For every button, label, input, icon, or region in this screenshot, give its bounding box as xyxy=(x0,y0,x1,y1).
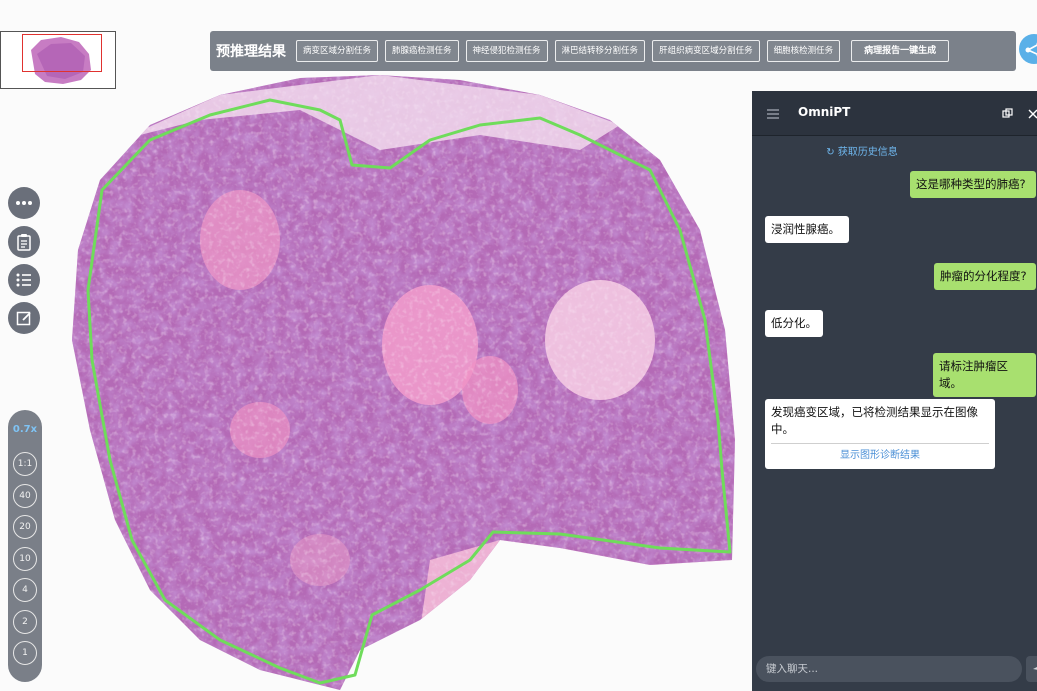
message-text: 发现癌变区域，已将检测结果显示在图像中。 xyxy=(771,405,978,436)
zoom-level-40[interactable]: 40 xyxy=(13,484,37,508)
report-generate-button[interactable]: 病理报告一键生成 xyxy=(851,40,950,62)
send-button[interactable] xyxy=(1026,656,1037,682)
thumbnail-viewport-rect[interactable] xyxy=(22,34,102,72)
more-button[interactable] xyxy=(8,187,40,219)
history-link-label: 获取历史信息 xyxy=(837,147,898,158)
edit-icon xyxy=(16,311,31,326)
toolbar-title: 预推理结果 xyxy=(216,44,286,60)
refresh-icon: ↻ xyxy=(826,147,835,158)
thumbnail-navigator[interactable] xyxy=(0,31,116,89)
message-text: 浸润性腺癌。 xyxy=(771,222,840,236)
zoom-level-20[interactable]: 20 xyxy=(13,515,37,539)
task-button-lung-adenocarcinoma-detection[interactable]: 肺腺癌检测任务 xyxy=(385,40,459,62)
message-bot: 浸润性腺癌。 xyxy=(765,216,849,243)
list-button[interactable] xyxy=(8,264,40,296)
message-text: 这是哪种类型的肺癌? xyxy=(916,177,1026,191)
send-icon xyxy=(1033,667,1037,670)
more-icon xyxy=(16,201,32,205)
menu-icon[interactable] xyxy=(766,108,780,120)
message-bot: 发现癌变区域，已将检测结果显示在图像中。 显示图形诊断结果 xyxy=(765,399,995,469)
share-button[interactable] xyxy=(1019,34,1037,64)
task-button-lymph-node-metastasis[interactable]: 淋巴结转移分割任务 xyxy=(554,40,646,62)
copy-icon[interactable] xyxy=(1002,108,1013,119)
show-diagnosis-link[interactable]: 显示图形诊断结果 xyxy=(771,443,989,464)
zoom-level-2[interactable]: 2 xyxy=(13,610,37,634)
message-user: 肿瘤的分化程度? xyxy=(934,263,1036,290)
report-button[interactable] xyxy=(8,226,40,258)
zoom-current-value: 0.7x xyxy=(12,424,38,435)
task-button-nucleus-detection[interactable]: 细胞核检测任务 xyxy=(766,40,841,62)
zoom-level-10[interactable]: 10 xyxy=(13,547,37,571)
share-icon xyxy=(1025,42,1037,57)
annotate-button[interactable] xyxy=(8,302,40,334)
history-link[interactable]: ↻ 获取历史信息 xyxy=(752,143,972,158)
zoom-level-1-1[interactable]: 1:1 xyxy=(13,452,37,476)
list-icon xyxy=(16,273,31,287)
zoom-level-4[interactable]: 4 xyxy=(13,578,37,602)
task-button-liver-lesion-segmentation[interactable]: 肝组织病变区域分割任务 xyxy=(652,40,760,62)
chat-title: OmniPT xyxy=(798,105,851,119)
chat-panel: OmniPT ↻ 获取历史信息 这是哪种类型的肺癌? 浸润性腺癌。 肿瘤的分化程… xyxy=(752,91,1037,691)
task-button-nerve-invasion-detection[interactable]: 神经侵犯检测任务 xyxy=(465,40,548,62)
message-text: 请标注肿瘤区域。 xyxy=(939,359,1008,390)
task-button-lesion-segmentation[interactable]: 病变区域分割任务 xyxy=(296,40,379,62)
zoom-bar: 0.7x 1:1 40 20 10 4 2 1 xyxy=(8,410,42,682)
message-bot: 低分化。 xyxy=(765,310,823,337)
close-icon[interactable] xyxy=(1028,109,1037,119)
top-toolbar: 预推理结果 病变区域分割任务 肺腺癌检测任务 神经侵犯检测任务 淋巴结转移分割任… xyxy=(210,31,1016,71)
clipboard-icon xyxy=(17,234,31,251)
chat-input-wrapper xyxy=(756,656,1022,682)
message-text: 肿瘤的分化程度? xyxy=(940,269,1027,283)
chat-input[interactable] xyxy=(766,656,1006,682)
zoom-level-1[interactable]: 1 xyxy=(13,641,37,665)
chat-header: OmniPT xyxy=(752,91,1037,136)
message-user: 这是哪种类型的肺癌? xyxy=(910,171,1036,198)
message-user: 请标注肿瘤区域。 xyxy=(933,353,1036,397)
message-text: 低分化。 xyxy=(771,316,817,330)
